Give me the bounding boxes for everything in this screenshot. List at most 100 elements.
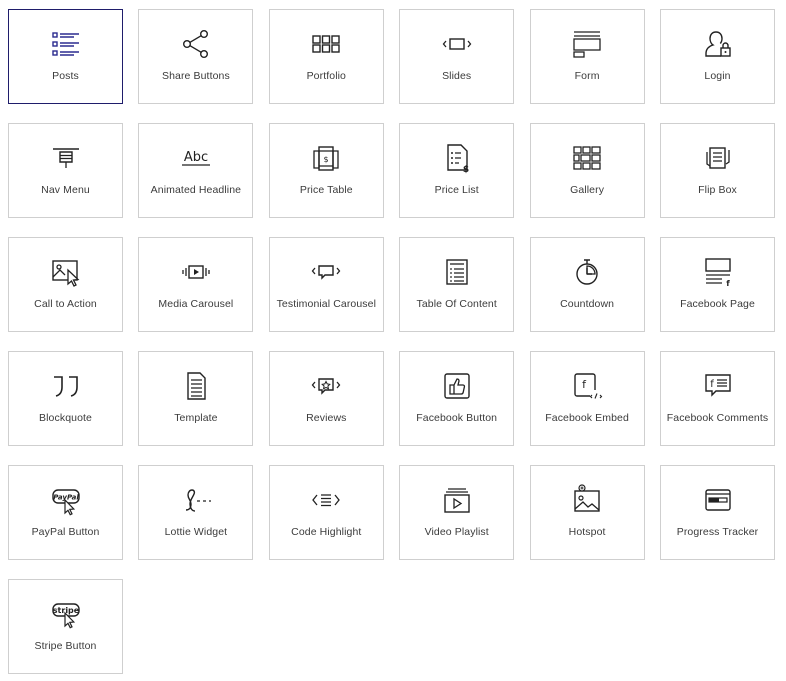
- widget-tile-paypal-button[interactable]: PayPal PayPal Button: [8, 465, 123, 560]
- countdown-icon: [531, 256, 644, 288]
- widget-label: Facebook Embed: [545, 412, 629, 424]
- widget-tile-testimonial-carousel[interactable]: Testimonial Carousel: [268, 237, 384, 332]
- widget-tile-posts[interactable]: Posts: [8, 9, 123, 104]
- svg-text:PayPal: PayPal: [53, 494, 79, 502]
- widget-tile-facebook-page[interactable]: f Facebook Page: [660, 237, 775, 332]
- widget-label: Stripe Button: [34, 640, 97, 652]
- widget-label: Media Carousel: [158, 298, 234, 310]
- widget-tile-login[interactable]: Login: [660, 9, 775, 104]
- widget-label: Facebook Page: [680, 298, 755, 310]
- widget-tile-video-playlist[interactable]: Video Playlist: [399, 465, 515, 560]
- facebook-page-icon: f: [661, 256, 774, 288]
- widget-tile-lottie-widget[interactable]: Lottie Widget: [138, 465, 254, 560]
- widget-label: Lottie Widget: [164, 526, 228, 538]
- widget-tile-portfolio[interactable]: Portfolio: [268, 9, 384, 104]
- widget-tile-facebook-comments[interactable]: f Facebook Comments: [660, 351, 775, 446]
- widget-label: Table Of Content: [416, 298, 497, 310]
- widget-tile-hotspot[interactable]: Hotspot: [529, 465, 645, 560]
- reviews-icon: [270, 370, 383, 402]
- call-to-action-icon: [9, 256, 122, 288]
- nav-menu-icon: [9, 142, 122, 174]
- widget-tile-media-carousel[interactable]: Media Carousel: [138, 237, 254, 332]
- widget-tile-stripe-button[interactable]: stripe Stripe Button: [8, 579, 123, 674]
- code-highlight-icon: [270, 484, 383, 516]
- widget-label: Blockquote: [39, 412, 92, 424]
- widget-label: Slides: [442, 70, 472, 82]
- widget-tile-price-table[interactable]: $ Price Table: [268, 123, 384, 218]
- blockquote-icon: [9, 370, 122, 402]
- widget-label: Countdown: [560, 298, 615, 310]
- widget-label: Login: [704, 70, 731, 82]
- svg-text:f: f: [710, 379, 714, 390]
- widget-label: Animated Headline: [150, 184, 242, 196]
- widget-tile-form[interactable]: Form: [529, 9, 645, 104]
- testimonial-carousel-icon: [270, 256, 383, 288]
- widget-tile-share-buttons[interactable]: Share Buttons: [138, 9, 254, 104]
- svg-text:$: $: [324, 155, 329, 164]
- widget-tile-facebook-button[interactable]: Facebook Button: [399, 351, 515, 446]
- widget-label: Facebook Button: [416, 412, 498, 424]
- table-of-content-icon: [400, 256, 513, 288]
- widget-label: Progress Tracker: [676, 526, 759, 538]
- stripe-button-icon: stripe: [9, 598, 122, 630]
- widget-tile-progress-tracker[interactable]: Progress Tracker: [660, 465, 775, 560]
- widget-tile-reviews[interactable]: Reviews: [268, 351, 384, 446]
- widget-label: Facebook Comments: [666, 412, 769, 424]
- form-icon: [531, 28, 644, 60]
- svg-text:f: f: [726, 279, 730, 288]
- widget-tile-animated-headline[interactable]: Abc Animated Headline: [138, 123, 254, 218]
- share-icon: [139, 28, 252, 60]
- flip-box-icon: [661, 142, 774, 174]
- widget-label: Price Table: [299, 184, 353, 196]
- widget-tile-flip-box[interactable]: Flip Box: [660, 123, 775, 218]
- lottie-icon: [139, 484, 252, 516]
- template-icon: [139, 370, 252, 402]
- facebook-like-icon: [400, 370, 513, 402]
- widget-label: Portfolio: [306, 70, 346, 82]
- svg-text:Abc: Abc: [184, 150, 208, 165]
- widget-label: Nav Menu: [41, 184, 90, 196]
- widget-label: Call to Action: [34, 298, 97, 310]
- widget-label: Flip Box: [698, 184, 737, 196]
- facebook-comments-icon: f: [661, 370, 774, 402]
- widget-tile-slides[interactable]: Slides: [399, 9, 515, 104]
- widget-tile-code-highlight[interactable]: Code Highlight: [268, 465, 384, 560]
- paypal-button-icon: PayPal: [9, 484, 122, 516]
- widget-label: Video Playlist: [424, 526, 489, 538]
- slides-icon: [400, 28, 513, 60]
- widget-tile-gallery[interactable]: Gallery: [529, 123, 645, 218]
- widget-tile-blockquote[interactable]: Blockquote: [8, 351, 123, 446]
- gallery-icon: [531, 142, 644, 174]
- widget-label: PayPal Button: [31, 526, 100, 538]
- widget-label: Gallery: [570, 184, 605, 196]
- svg-text:f: f: [582, 378, 587, 391]
- price-table-icon: $: [270, 142, 383, 174]
- animated-headline-icon: Abc: [139, 142, 252, 174]
- widget-label: Code Highlight: [291, 526, 362, 538]
- svg-text:$: $: [463, 165, 469, 174]
- facebook-embed-icon: f: [531, 370, 644, 402]
- widget-label: Testimonial Carousel: [276, 298, 377, 310]
- posts-icon: [9, 28, 122, 60]
- widget-label: Form: [574, 70, 600, 82]
- widget-label: Share Buttons: [161, 70, 230, 82]
- portfolio-grid-icon: [270, 28, 383, 60]
- login-user-lock-icon: [661, 28, 774, 60]
- widget-tile-nav-menu[interactable]: Nav Menu: [8, 123, 123, 218]
- hotspot-icon: [531, 484, 644, 516]
- media-carousel-icon: [139, 256, 252, 288]
- widget-tile-facebook-embed[interactable]: f Facebook Embed: [529, 351, 645, 446]
- widget-label: Price List: [434, 184, 479, 196]
- progress-tracker-icon: [661, 484, 774, 516]
- price-list-icon: $: [400, 142, 513, 174]
- widget-tile-template[interactable]: Template: [138, 351, 254, 446]
- widget-grid: Posts Share Buttons Portfolio Slides Form…: [0, 0, 786, 681]
- video-playlist-icon: [400, 484, 513, 516]
- widget-label: Reviews: [306, 412, 347, 424]
- widget-tile-call-to-action[interactable]: Call to Action: [8, 237, 123, 332]
- widget-tile-table-of-content[interactable]: Table Of Content: [399, 237, 515, 332]
- widget-label: Template: [174, 412, 218, 424]
- widget-label: Posts: [52, 70, 79, 82]
- widget-tile-countdown[interactable]: Countdown: [529, 237, 645, 332]
- widget-tile-price-list[interactable]: $ Price List: [399, 123, 515, 218]
